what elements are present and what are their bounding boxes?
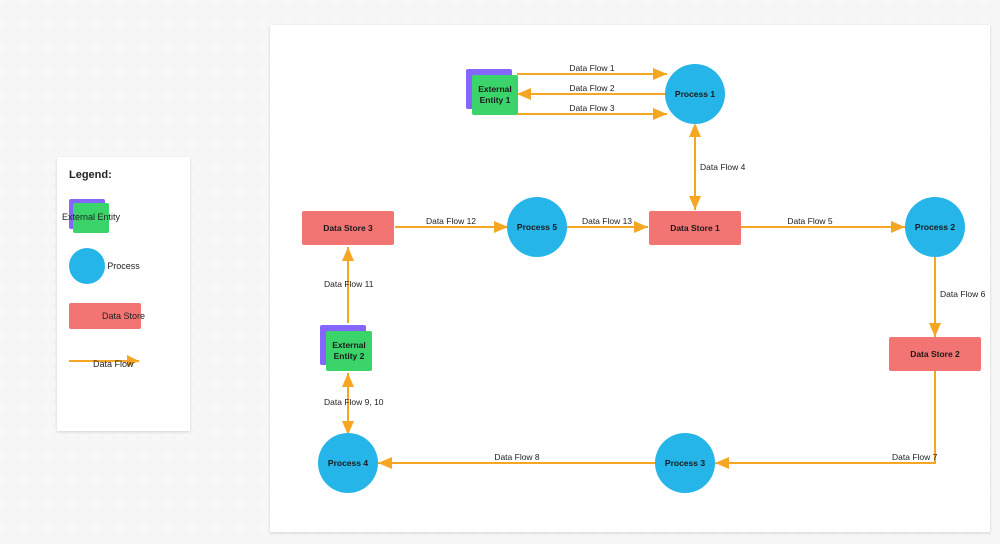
legend-title: Legend: [69, 169, 178, 181]
process-4-label: Process 4 [328, 458, 368, 468]
process-3-label: Process 3 [665, 458, 705, 468]
external-entity-2: External Entity 2 [320, 325, 372, 371]
data-flow-6-label: Data Flow 6 [940, 289, 986, 299]
legend-panel: Legend: External Entity Process Data Sto… [57, 157, 190, 431]
data-flow-11-label: Data Flow 11 [324, 279, 374, 289]
process-1-label: Process 1 [675, 89, 715, 99]
legend-row-entity: External Entity [69, 191, 178, 241]
legend-process-label: Process [107, 261, 140, 271]
process-5-label: Process 5 [517, 222, 557, 232]
data-flow-2-label: Data Flow 2 [569, 83, 615, 93]
external-entity-1: External Entity 1 [466, 69, 518, 115]
data-store-1-label: Data Store 1 [670, 223, 720, 233]
data-flow-8-label: Data Flow 8 [494, 452, 540, 462]
legend-entity-label: External Entity [62, 213, 120, 223]
legend-flow-label: Data Flow [93, 359, 134, 369]
data-flow-7-arrow [715, 369, 935, 463]
entity-1-label-2: Entity 1 [480, 95, 511, 105]
entity-2-label-2: Entity 2 [334, 351, 365, 361]
entity-icon: External Entity [69, 199, 109, 233]
data-flow-4-label: Data Flow 4 [700, 162, 746, 172]
data-flow-13-label: Data Flow 13 [582, 216, 632, 226]
process-1: Process 1 [665, 64, 725, 124]
data-flow-9-10-label: Data Flow 9, 10 [324, 397, 384, 407]
process-2: Process 2 [905, 197, 965, 257]
legend-row-store: Data Store [69, 291, 178, 341]
diagram-canvas: Data Flow 1 Data Flow 2 Data Flow 3 Data… [270, 25, 990, 532]
data-flow-1-label: Data Flow 1 [569, 63, 615, 73]
legend-row-process: Process [69, 241, 178, 291]
data-flow-12-label: Data Flow 12 [426, 216, 476, 226]
data-store-3-label: Data Store 3 [323, 223, 373, 233]
data-store-2: Data Store 2 [889, 337, 981, 371]
process-icon: Process [69, 248, 105, 284]
legend-row-flow: Data Flow [69, 341, 178, 381]
process-4: Process 4 [318, 433, 378, 493]
legend-store-label: Data Store [102, 311, 145, 321]
data-flow-7-label: Data Flow 7 [892, 452, 938, 462]
entity-2-label-1: External [332, 340, 366, 350]
process-3: Process 3 [655, 433, 715, 493]
data-store-1: Data Store 1 [649, 211, 741, 245]
data-store-3: Data Store 3 [302, 211, 394, 245]
data-flow-5-label: Data Flow 5 [787, 216, 833, 226]
process-2-label: Process 2 [915, 222, 955, 232]
data-flow-3-label: Data Flow 3 [569, 103, 615, 113]
data-store-2-label: Data Store 2 [910, 349, 960, 359]
process-5: Process 5 [507, 197, 567, 257]
entity-1-label-1: External [478, 84, 512, 94]
data-store-icon: Data Store [69, 303, 141, 329]
